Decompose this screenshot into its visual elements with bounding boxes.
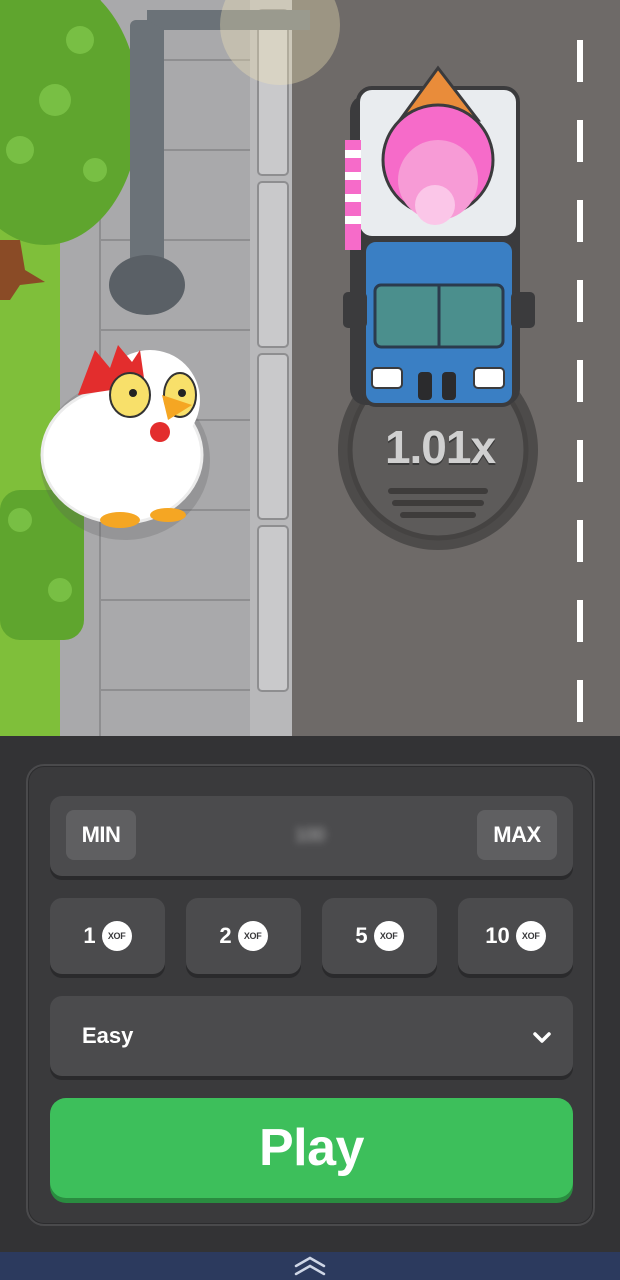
xof-coin-icon: XOF xyxy=(373,921,404,951)
bottom-bar[interactable] xyxy=(0,1252,620,1280)
game-scene: 1.01x xyxy=(0,0,620,736)
difficulty-value: Easy xyxy=(82,1023,134,1048)
quick-bet-amount: 1 xyxy=(83,923,96,948)
quick-bet-amount: 2 xyxy=(219,923,232,948)
bet-panel-area: MIN 100 MAX 1 XOF 2 XOF 5 XOF 10 XOF Eas… xyxy=(0,736,620,1252)
bet-amount-row: MIN 100 MAX xyxy=(50,796,573,876)
play-button[interactable]: Play xyxy=(50,1098,573,1198)
chevron-down-icon xyxy=(533,1032,551,1043)
xof-coin-icon: XOF xyxy=(515,921,546,951)
multiplier-label: 1.01x xyxy=(384,421,496,473)
min-bet-button[interactable]: MIN xyxy=(66,810,136,860)
quick-bet-amount: 5 xyxy=(355,923,368,948)
xof-coin-icon: XOF xyxy=(101,921,132,951)
bet-panel: MIN 100 MAX 1 XOF 2 XOF 5 XOF 10 XOF Eas… xyxy=(26,764,595,1226)
quick-bet-5-button[interactable]: 5 XOF xyxy=(322,898,437,974)
double-chevron-up-icon xyxy=(294,1256,326,1276)
quick-bet-1-button[interactable]: 1 XOF xyxy=(50,898,165,974)
quick-bet-amount: 10 xyxy=(485,923,510,948)
xof-coin-icon: XOF xyxy=(237,921,268,951)
max-bet-button[interactable]: MAX xyxy=(477,810,557,860)
quick-bet-2-button[interactable]: 2 XOF xyxy=(186,898,301,974)
game-illustration xyxy=(0,0,620,736)
bet-amount-input[interactable]: 100 xyxy=(250,818,370,852)
quick-bet-10-button[interactable]: 10 XOF xyxy=(458,898,573,974)
difficulty-select[interactable]: Easy xyxy=(50,996,573,1076)
